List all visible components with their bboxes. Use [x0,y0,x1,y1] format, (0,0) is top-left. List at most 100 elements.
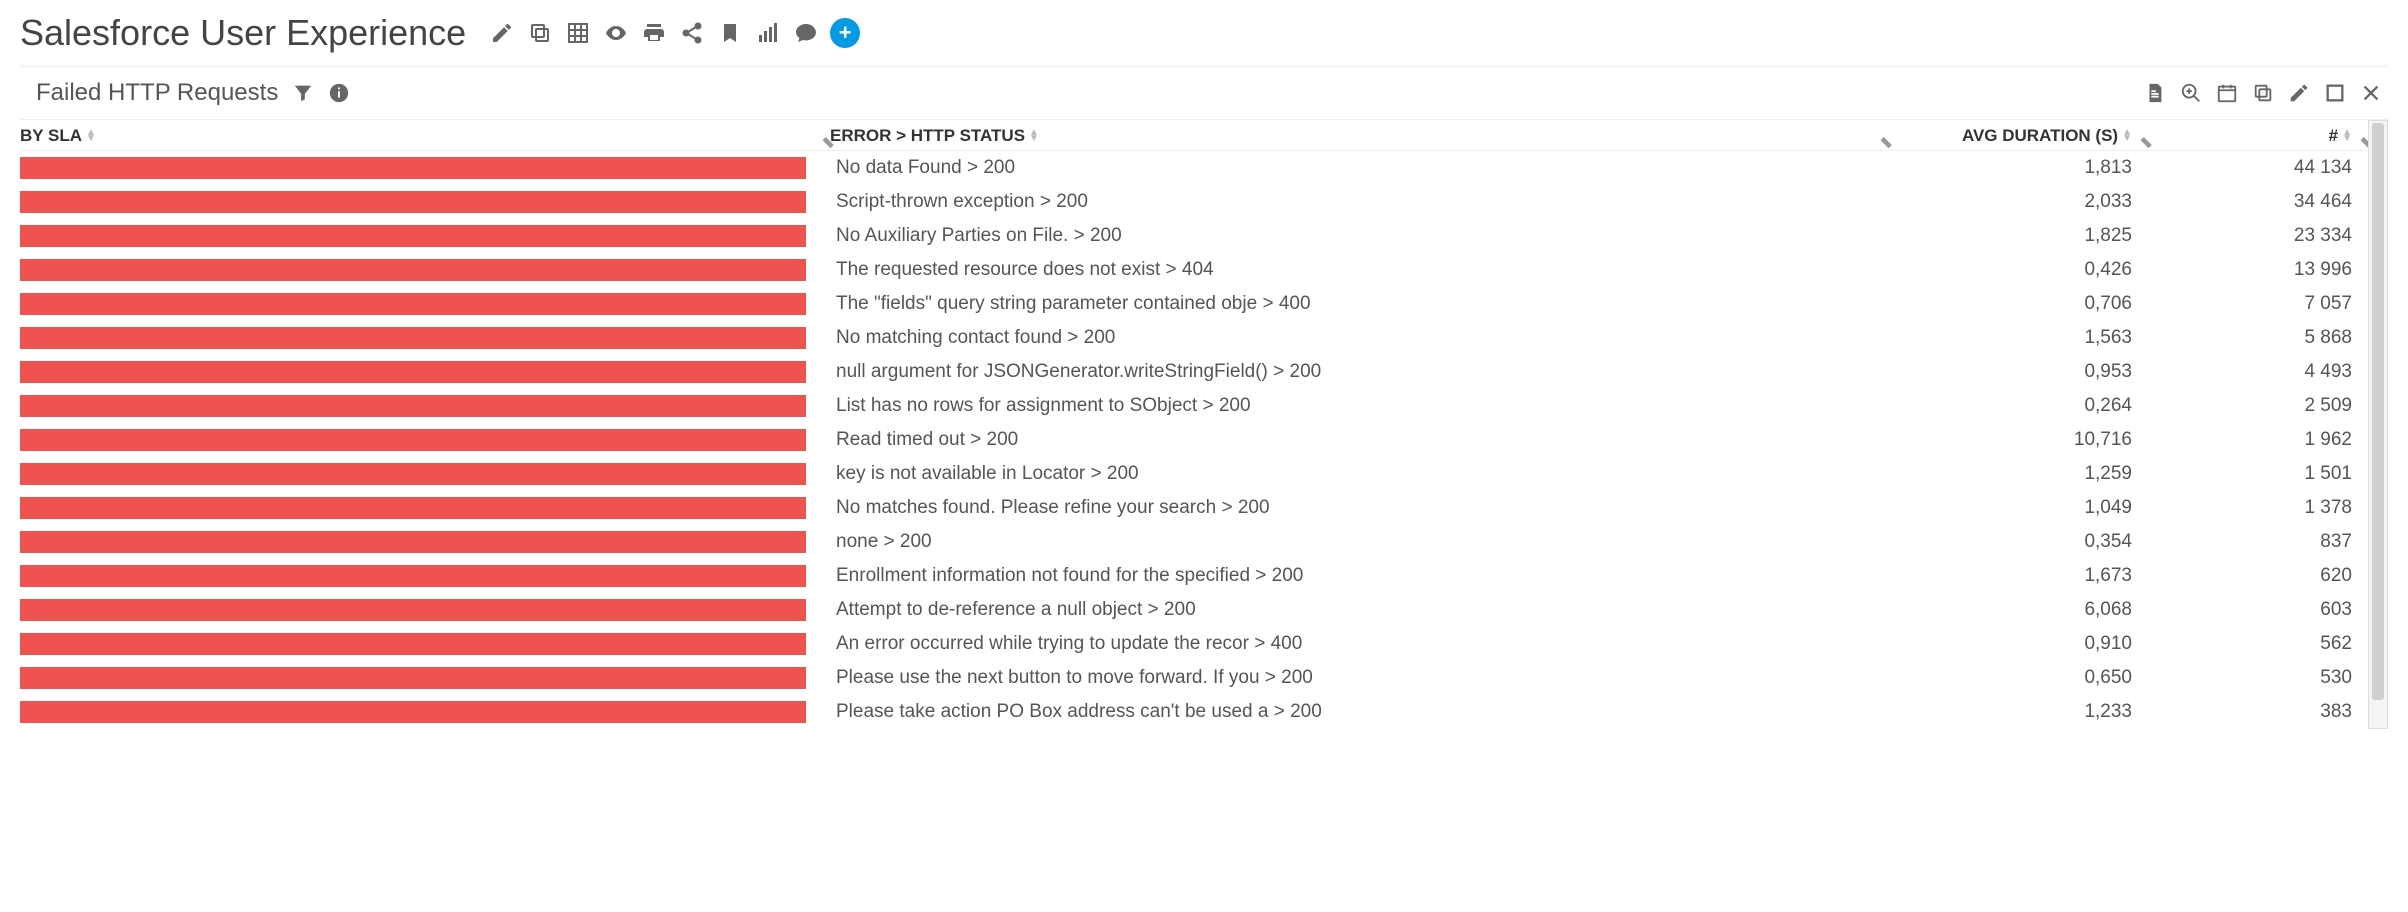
sla-bar [20,429,806,451]
table-row[interactable]: Please take action PO Box address can't … [20,695,2368,729]
sla-bar [20,259,806,281]
col-avg-duration[interactable]: AVG DURATION (S) ▲▼ || [1888,126,2148,146]
sla-bar-cell [20,565,830,587]
count-value: 2 509 [2148,395,2368,417]
grid-icon[interactable] [564,19,592,47]
count-value: 44 134 [2148,157,2368,179]
table-row[interactable]: Enrollment information not found for the… [20,559,2368,593]
calendar-icon[interactable] [2216,82,2238,104]
avg-duration-value: 0,354 [1888,531,2148,553]
signal-icon[interactable] [754,19,782,47]
sla-bar-cell [20,225,830,247]
table-row[interactable]: No matching contact found > 2001,5635 86… [20,321,2368,355]
page-title: Salesforce User Experience [20,12,466,54]
avg-duration-value: 1,259 [1888,463,2148,485]
error-text: The requested resource does not exist > … [830,259,1888,281]
count-value: 34 464 [2148,191,2368,213]
sla-bar [20,599,806,621]
info-icon[interactable] [328,82,350,104]
scrollbar-thumb[interactable] [2372,123,2384,700]
table-row[interactable]: The requested resource does not exist > … [20,253,2368,287]
sla-bar [20,327,806,349]
count-value: 837 [2148,531,2368,553]
error-text: No matches found. Please refine your sea… [830,497,1888,519]
table-row[interactable]: null argument for JSONGenerator.writeStr… [20,355,2368,389]
data-table: BY SLA ▲▼ || ERROR > HTTP STATUS ▲▼ || A… [20,120,2388,729]
bookmark-icon[interactable] [716,19,744,47]
table-row[interactable]: List has no rows for assignment to SObje… [20,389,2368,423]
sort-icon: ▲▼ [86,130,96,142]
comment-icon[interactable] [792,19,820,47]
col-by-sla[interactable]: BY SLA ▲▼ || [20,126,830,146]
table-row[interactable]: No data Found > 2001,81344 134 [20,151,2368,185]
avg-duration-value: 0,706 [1888,293,2148,315]
eye-icon[interactable] [602,19,630,47]
avg-duration-value: 6,068 [1888,599,2148,621]
sla-bar-cell [20,157,830,179]
sla-bar [20,191,806,213]
sla-bar-cell [20,293,830,315]
avg-duration-value: 0,953 [1888,361,2148,383]
count-value: 1 501 [2148,463,2368,485]
col-count[interactable]: # ▲▼ || [2148,126,2368,146]
maximize-icon[interactable] [2324,82,2346,104]
sla-bar [20,701,806,723]
table-row[interactable]: key is not available in Locator > 2001,2… [20,457,2368,491]
avg-duration-value: 0,426 [1888,259,2148,281]
error-text: Read timed out > 200 [830,429,1888,451]
avg-duration-value: 10,716 [1888,429,2148,451]
edit-widget-icon[interactable] [2288,82,2310,104]
sort-icon: ▲▼ [2342,130,2352,142]
duplicate-icon[interactable] [2252,82,2274,104]
sla-bar-cell [20,395,830,417]
sla-bar-cell [20,531,830,553]
resize-handle[interactable]: || [2358,137,2368,150]
count-value: 7 057 [2148,293,2368,315]
avg-duration-value: 1,673 [1888,565,2148,587]
count-value: 4 493 [2148,361,2368,383]
table-row[interactable]: No Auxiliary Parties on File. > 2001,825… [20,219,2368,253]
zoom-icon[interactable] [2180,82,2202,104]
sla-bar-cell [20,497,830,519]
col-error[interactable]: ERROR > HTTP STATUS ▲▼ || [830,126,1888,146]
vertical-scrollbar[interactable] [2368,120,2388,729]
sla-bar-cell [20,361,830,383]
export-icon[interactable] [2144,82,2166,104]
widget-title: Failed HTTP Requests [36,79,278,107]
sla-bar-cell [20,327,830,349]
error-text: Attempt to de-reference a null object > … [830,599,1888,621]
sla-bar [20,361,806,383]
error-text: No data Found > 200 [830,157,1888,179]
count-value: 13 996 [2148,259,2368,281]
avg-duration-value: 0,650 [1888,667,2148,689]
copy-icon[interactable] [526,19,554,47]
table-row[interactable]: Script-thrown exception > 2002,03334 464 [20,185,2368,219]
table-row[interactable]: No matches found. Please refine your sea… [20,491,2368,525]
table-row[interactable]: The "fields" query string parameter cont… [20,287,2368,321]
sort-icon: ▲▼ [1029,130,1039,142]
sla-bar [20,225,806,247]
table-row[interactable]: An error occurred while trying to update… [20,627,2368,661]
error-text: Enrollment information not found for the… [830,565,1888,587]
error-text: key is not available in Locator > 200 [830,463,1888,485]
table-row[interactable]: Attempt to de-reference a null object > … [20,593,2368,627]
count-value: 562 [2148,633,2368,655]
error-text: null argument for JSONGenerator.writeStr… [830,361,1888,383]
sla-bar-cell [20,599,830,621]
table-row[interactable]: Read timed out > 20010,7161 962 [20,423,2368,457]
sla-bar-cell [20,191,830,213]
close-icon[interactable] [2360,82,2382,104]
table-row[interactable]: Please use the next button to move forwa… [20,661,2368,695]
avg-duration-value: 1,563 [1888,327,2148,349]
error-text: Please use the next button to move forwa… [830,667,1888,689]
share-icon[interactable] [678,19,706,47]
sla-bar-cell [20,701,830,723]
add-button[interactable]: + [830,18,860,48]
print-icon[interactable] [640,19,668,47]
count-value: 603 [2148,599,2368,621]
table-row[interactable]: none > 2000,354837 [20,525,2368,559]
filter-icon[interactable] [292,82,314,104]
avg-duration-value: 1,825 [1888,225,2148,247]
edit-icon[interactable] [488,19,516,47]
error-text: none > 200 [830,531,1888,553]
